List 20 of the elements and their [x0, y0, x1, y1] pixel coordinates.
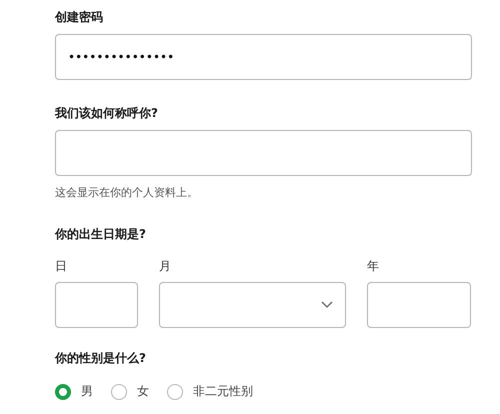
field-label: 你的出生日期是?: [55, 226, 147, 242]
hint-text: 这会显示在你的个人资料上。: [55, 185, 199, 200]
month-dropdown[interactable]: [159, 282, 346, 328]
date-field[interactable]: [55, 282, 138, 328]
radio-option[interactable]: 非二元性别: [167, 383, 253, 400]
radio-option[interactable]: 男: [55, 383, 93, 400]
field-label: 创建密码: [55, 9, 104, 25]
radio-button[interactable]: [55, 384, 71, 400]
field-label: 我们该如何称呼你?: [55, 105, 159, 121]
field-label: 你的性别是什么?: [55, 350, 147, 366]
chevron-down-icon: [321, 301, 333, 309]
radio-button[interactable]: [111, 384, 127, 400]
name-field[interactable]: [55, 130, 472, 176]
field-label: 月: [159, 258, 172, 275]
radio-button[interactable]: [167, 384, 183, 400]
radio-option[interactable]: 女: [111, 383, 149, 400]
date-field[interactable]: [367, 282, 471, 328]
field-label: 日: [55, 258, 68, 275]
field-label: 年: [367, 258, 380, 275]
password-field[interactable]: •••••••••••••••: [55, 34, 472, 80]
